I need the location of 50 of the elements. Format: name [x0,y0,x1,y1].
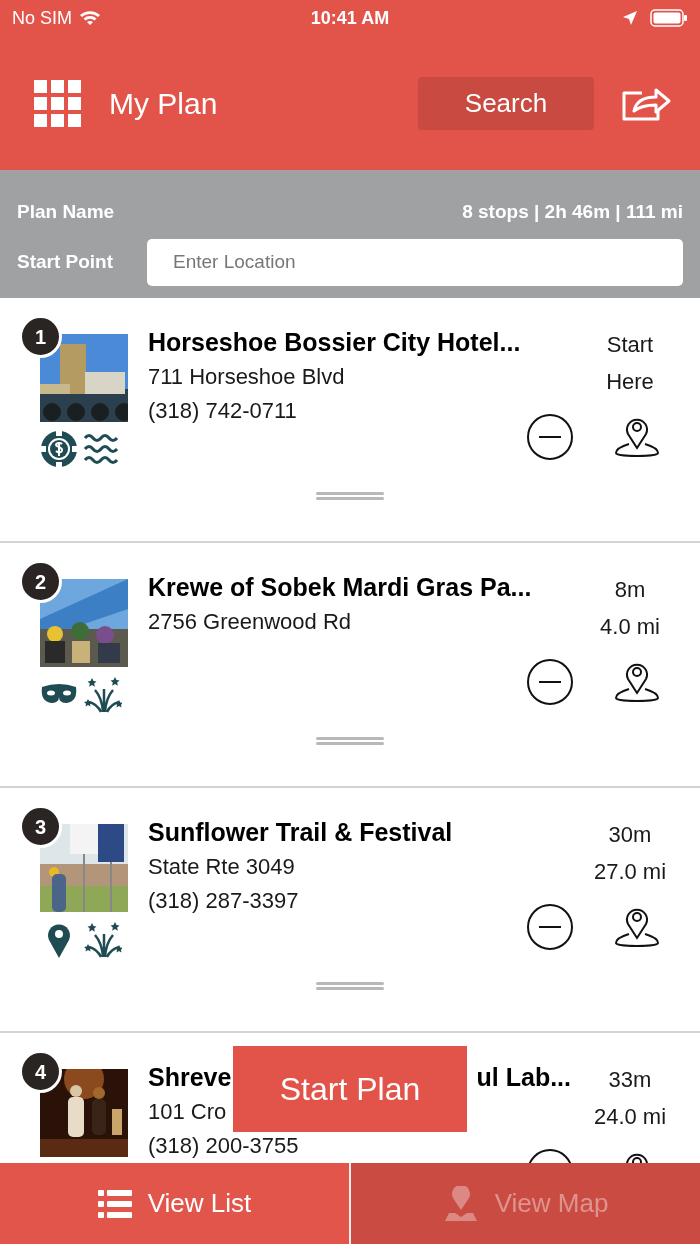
remove-icon[interactable] [527,414,573,460]
place-title: Shreve [148,1062,232,1093]
fireworks-icon [84,675,122,713]
casino-chip-icon [40,430,78,468]
drag-handle-icon[interactable] [316,492,384,500]
plan-summary: 8 stops | 2h 46m | 111 mi [462,200,683,224]
start-point-label: Start Point [17,249,115,274]
travel-stat: Start [606,331,654,359]
status-time: 10:41 AM [310,6,390,30]
carrier-name: No SIM [12,6,72,30]
travel-stat: 33m [608,1066,652,1094]
stop-number-badge: 2 [19,560,62,603]
view-list-tab[interactable]: View List [0,1163,349,1244]
wifi-icon [78,9,102,27]
remove-icon[interactable] [527,659,573,705]
stop-number-badge: 1 [19,315,62,358]
travel-stat: 24.0 mi [593,1103,667,1131]
place-title: ul Lab... [476,1062,571,1093]
travel-stat: 8m [614,576,646,604]
map-pin-icon [442,1185,479,1222]
remove-icon[interactable] [527,904,573,950]
menu-grid-icon[interactable] [34,79,81,127]
place-phone: (318) 287-3397 [148,887,299,915]
place-address: 101 Cro [148,1098,227,1126]
view-map-tab[interactable]: View Map [349,1163,700,1244]
location-arrow-icon [622,10,638,26]
location-input[interactable]: Enter Location [147,238,683,286]
place-address: 711 Horseshoe Blvd [148,363,345,391]
page-title: My Plan [109,85,218,122]
place-address: State Rte 3049 [148,853,295,881]
stop-number-badge: 4 [19,1050,62,1093]
travel-stat: Here [606,368,654,396]
battery-icon [650,9,688,27]
drag-handle-icon[interactable] [316,737,384,745]
start-plan-button[interactable]: Start Plan [233,1046,467,1132]
place-title: Sunflower Trail & Festival [148,817,453,848]
place-phone: (318) 200-3755 [148,1132,299,1160]
travel-stat: 27.0 mi [593,858,667,886]
travel-stat: 4.0 mi [600,613,660,641]
place-title: Horseshoe Bossier City Hotel... [148,327,521,358]
place-phone: (318) 742-0711 [148,397,297,425]
drag-handle-icon[interactable] [316,982,384,990]
plan-name-label: Plan Name [17,200,115,224]
stop-number-badge: 3 [19,805,62,848]
place-title: Krewe of Sobek Mardi Gras Pa... [148,572,532,603]
travel-stat: 30m [608,821,652,849]
place-address: 2756 Greenwood Rd [148,608,352,636]
search-button[interactable]: Search [418,76,594,130]
list-icon [97,1189,132,1218]
fireworks-icon [84,920,122,958]
